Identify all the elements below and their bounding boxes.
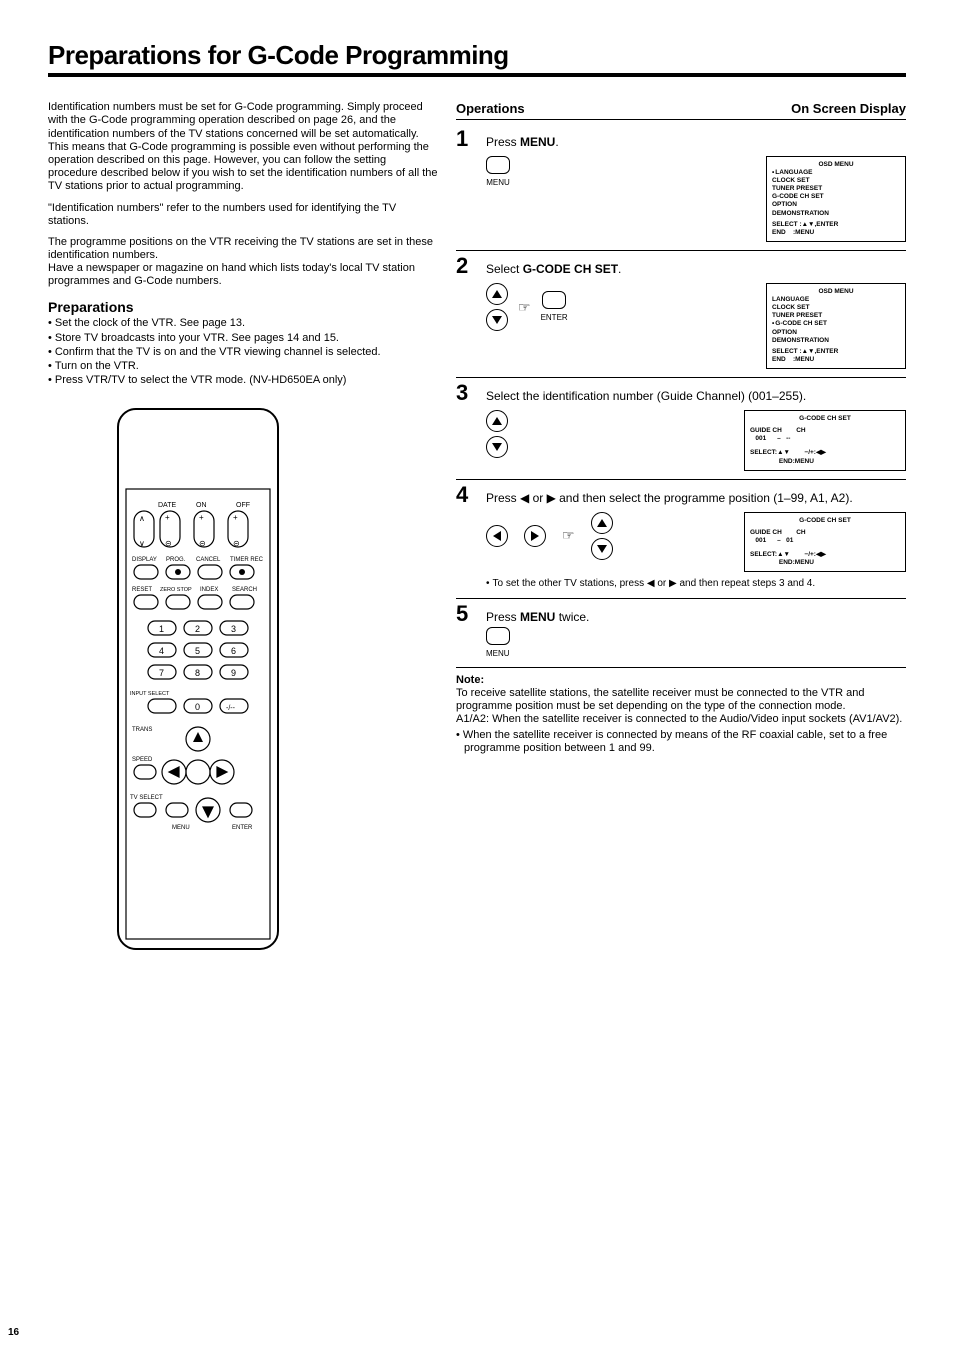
- intro-p2: "Identification numbers" refer to the nu…: [48, 202, 438, 228]
- svg-text:OFF: OFF: [236, 502, 250, 509]
- menu-button-label: MENU: [486, 649, 510, 659]
- step-2: 2 Select G-CODE CH SET. ☞ ENTER: [456, 251, 906, 378]
- preparations-heading: Preparations: [48, 299, 438, 316]
- svg-text:-/--: -/--: [226, 705, 236, 712]
- svg-text:+: +: [233, 513, 238, 522]
- svg-text:7: 7: [159, 668, 164, 678]
- svg-text:INDEX: INDEX: [200, 587, 218, 593]
- step-text: Press MENU twice.: [486, 610, 906, 624]
- svg-text:MENU: MENU: [172, 825, 190, 831]
- intro-text: Identification numbers must be set for G…: [48, 101, 438, 288]
- step-1: 1 Press MENU. MENU OSD MENU LANGUAGE CLO…: [456, 124, 906, 251]
- svg-text:∧: ∧: [139, 514, 145, 523]
- step-number: 5: [456, 603, 476, 625]
- note-block: Note: To receive satellite stations, the…: [456, 674, 906, 755]
- up-arrow-icon: [486, 410, 508, 432]
- osd-screen-1: OSD MENU LANGUAGE CLOCK SET TUNER PRESET…: [766, 156, 906, 242]
- menu-button-icon: [486, 156, 510, 174]
- prep-item: Press VTR/TV to select the VTR mode. (NV…: [48, 374, 438, 387]
- svg-text:3: 3: [231, 624, 236, 634]
- svg-text:SEARCH: SEARCH: [232, 587, 257, 593]
- svg-text:ON: ON: [196, 502, 207, 509]
- note-label: Note:: [456, 674, 906, 687]
- svg-text:8: 8: [195, 668, 200, 678]
- operations-label: Operations: [456, 101, 525, 117]
- down-arrow-icon: [486, 436, 508, 458]
- right-arrow-icon: [524, 525, 546, 547]
- intro-p3: The programme positions on the VTR recei…: [48, 236, 438, 262]
- step-text: Press MENU.: [486, 135, 906, 149]
- osd-screen-4: G-CODE CH SET GUIDE CH CH 001 – 01 SELEC…: [744, 512, 906, 573]
- menu-button-label: MENU: [486, 178, 510, 188]
- svg-text:DATE: DATE: [158, 502, 176, 509]
- note-line: A1/A2: When the satellite receiver is co…: [456, 713, 906, 726]
- step-number: 3: [456, 382, 476, 404]
- svg-text:TRANS: TRANS: [132, 727, 152, 733]
- step-number: 4: [456, 484, 476, 506]
- title-rule: [48, 73, 906, 77]
- step-3: 3 Select the identification number (Guid…: [456, 378, 906, 480]
- intro-p4: Have a newspaper or magazine on hand whi…: [48, 262, 438, 288]
- step-text: Press ◀ or ▶ and then select the program…: [486, 491, 906, 505]
- svg-text:TIMER REC: TIMER REC: [230, 557, 264, 563]
- prep-item: Turn on the VTR.: [48, 360, 438, 373]
- svg-text:9: 9: [231, 668, 236, 678]
- step-text: Select the identification number (Guide …: [486, 389, 906, 403]
- svg-text:6: 6: [231, 646, 236, 656]
- svg-text:2: 2: [195, 624, 200, 634]
- step-4-substep: To set the other TV stations, press ◀ or…: [456, 578, 906, 590]
- prep-item: Set the clock of the VTR. See page 13.: [48, 317, 438, 330]
- svg-text:0: 0: [195, 702, 200, 712]
- left-arrow-icon: [486, 525, 508, 547]
- page-title: Preparations for G-Code Programming: [48, 40, 906, 71]
- step-text: Select G-CODE CH SET.: [486, 262, 906, 276]
- note-bullet: When the satellite receiver is connected…: [456, 729, 906, 755]
- svg-text:⊝: ⊝: [165, 539, 172, 548]
- preparations-list: Set the clock of the VTR. See page 13. S…: [48, 317, 438, 387]
- note-line: To receive satellite stations, the satel…: [456, 687, 906, 713]
- enter-button-label: ENTER: [541, 313, 568, 323]
- remote-diagram: DATE ON OFF ∧ ∨ +⊝ +⊝ +⊝ DISPLAY PROG. C: [48, 399, 438, 973]
- svg-text:INPUT SELECT: INPUT SELECT: [130, 691, 170, 697]
- svg-text:RESET: RESET: [132, 587, 152, 593]
- svg-text:SPEED: SPEED: [132, 757, 153, 763]
- svg-text:⊝: ⊝: [233, 539, 240, 548]
- step-number: 1: [456, 128, 476, 150]
- step-number: 2: [456, 255, 476, 277]
- svg-text:+: +: [165, 513, 170, 522]
- up-arrow-icon: [486, 283, 508, 305]
- osd-screen-2: OSD MENU LANGUAGE CLOCK SET TUNER PRESET…: [766, 283, 906, 369]
- svg-text:4: 4: [159, 646, 164, 656]
- menu-button-icon: [486, 627, 510, 645]
- page-number: 16: [8, 1327, 19, 1339]
- svg-text:DISPLAY: DISPLAY: [132, 557, 157, 563]
- svg-text:5: 5: [195, 646, 200, 656]
- prep-item: Store TV broadcasts into your VTR. See p…: [48, 332, 438, 345]
- svg-text:+: +: [199, 513, 204, 522]
- osd-label: On Screen Display: [791, 101, 906, 117]
- hand-icon: ☞: [518, 299, 531, 316]
- svg-text:1: 1: [159, 624, 164, 634]
- step-5: 5 Press MENU twice. MENU: [456, 599, 906, 668]
- svg-text:ENTER: ENTER: [232, 825, 253, 831]
- svg-text:TV SELECT: TV SELECT: [130, 795, 163, 801]
- enter-button-icon: [542, 291, 566, 309]
- svg-text:∨: ∨: [139, 539, 145, 548]
- svg-text:CANCEL: CANCEL: [196, 557, 221, 563]
- svg-text:PROG.: PROG.: [166, 557, 186, 563]
- down-arrow-icon: [591, 538, 613, 560]
- svg-text:ZERO STOP: ZERO STOP: [160, 587, 192, 593]
- prep-item: Confirm that the TV is on and the VTR vi…: [48, 346, 438, 359]
- intro-p1: Identification numbers must be set for G…: [48, 101, 438, 193]
- down-arrow-icon: [486, 309, 508, 331]
- up-arrow-icon: [591, 512, 613, 534]
- hand-icon: ☞: [562, 527, 575, 544]
- step-4: 4 Press ◀ or ▶ and then select the progr…: [456, 480, 906, 599]
- osd-screen-3: G-CODE CH SET GUIDE CH CH 001 – -- SELEC…: [744, 410, 906, 471]
- svg-text:⊝: ⊝: [199, 539, 206, 548]
